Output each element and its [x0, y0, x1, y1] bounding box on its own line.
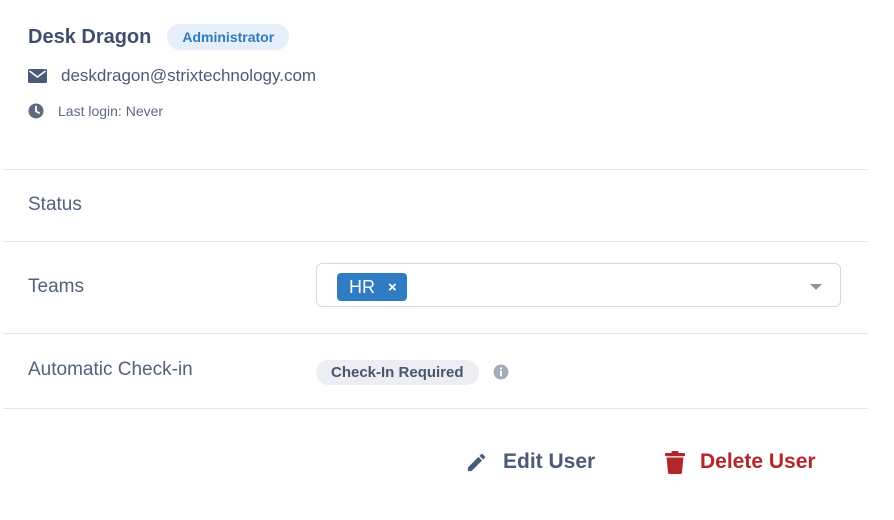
edit-user-button[interactable]: Edit User — [465, 448, 595, 476]
trash-icon — [665, 450, 685, 474]
divider — [3, 408, 868, 409]
name-row: Desk Dragon Administrator — [28, 22, 874, 52]
last-login-row: Last login: Never — [28, 100, 874, 122]
email-row: deskdragon@strixtechnology.com — [28, 64, 874, 88]
last-login-text: Last login: Never — [58, 103, 164, 119]
automatic-checkin-label: Automatic Check-in — [28, 359, 193, 380]
user-name: Desk Dragon — [28, 25, 152, 48]
envelope-icon — [28, 69, 47, 83]
team-chip-hr: HR × — [337, 273, 407, 301]
teams-label: Teams — [28, 276, 84, 297]
user-header: Desk Dragon Administrator deskdragon@str… — [28, 22, 874, 122]
checkin-required-badge: Check-In Required — [316, 360, 479, 385]
divider — [3, 241, 868, 242]
divider — [3, 169, 868, 170]
remove-team-icon[interactable]: × — [388, 279, 397, 296]
delete-user-button[interactable]: Delete User — [665, 448, 816, 476]
status-label: Status — [28, 194, 82, 215]
edit-user-label: Edit User — [503, 450, 596, 473]
user-email: deskdragon@strixtechnology.com — [61, 66, 317, 85]
role-badge: Administrator — [167, 24, 290, 50]
team-chip-label: HR — [349, 276, 375, 297]
clock-icon — [28, 103, 44, 119]
teams-select[interactable]: HR × — [316, 263, 841, 307]
info-icon[interactable] — [493, 364, 509, 380]
pencil-icon — [467, 453, 486, 471]
delete-user-label: Delete User — [700, 450, 816, 473]
caret-down-icon[interactable] — [810, 284, 822, 290]
divider — [3, 333, 868, 334]
